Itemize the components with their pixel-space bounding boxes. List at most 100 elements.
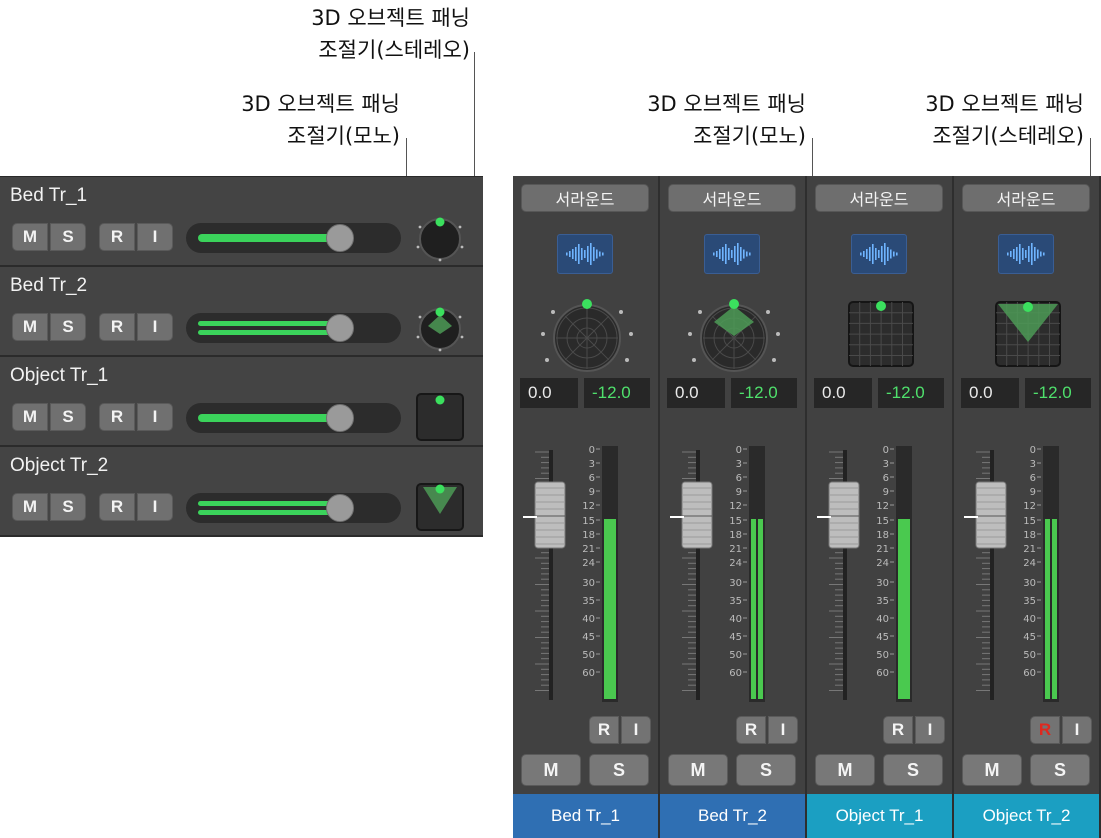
meter-scale-label: 35 [876,596,889,607]
pan-readout[interactable]: -12.0 [584,378,650,408]
volume-knob[interactable] [326,314,354,342]
channel-strip: 서라운드 0.0 -12.0 0 3 6 9 12 15 18 21 24 30 35 40 45 50 60 R I… [807,176,954,838]
panner-surround-mono[interactable] [539,294,635,382]
pan-readout[interactable]: -12.0 [731,378,797,408]
panner-object-stereo[interactable] [415,482,465,532]
audio-wave-glyph [566,243,604,265]
record-button[interactable]: R [99,313,135,341]
mute-button[interactable]: M [12,313,48,341]
panner-surround-stereo[interactable] [415,302,465,352]
solo-button[interactable]: S [1030,754,1090,786]
surround-output-button[interactable]: 서라운드 [962,184,1090,212]
track-row[interactable]: Bed Tr_1 M S R I [0,177,483,267]
panner-icon [995,301,1061,367]
solo-button[interactable]: S [50,223,86,251]
volume-knob[interactable] [326,224,354,252]
meter-scale-label: 18 [1023,530,1036,541]
solo-button[interactable]: S [50,403,86,431]
volume-knob[interactable] [326,404,354,432]
solo-button[interactable]: S [50,313,86,341]
waveform-icon[interactable] [704,234,760,274]
channel-name[interactable]: Object Tr_2 [954,794,1099,838]
record-button[interactable]: R [1030,716,1060,744]
input-monitor-button[interactable]: I [768,716,798,744]
track-name: Object Tr_2 [10,455,109,476]
solo-button[interactable]: S [50,493,86,521]
channel-name[interactable]: Object Tr_1 [807,794,952,838]
input-monitor-button[interactable]: I [915,716,945,744]
volume-fill-left [198,501,338,506]
channel-strip: 서라운드 0.0 -12.0 0 3 6 9 12 15 18 21 24 30 35 40 45 50 60 R I… [513,176,660,838]
panner-surround-stereo[interactable] [686,294,782,382]
volume-slider[interactable] [186,403,401,433]
input-monitor-button[interactable]: I [137,403,173,431]
channel-name[interactable]: Bed Tr_1 [513,794,658,838]
input-monitor-button[interactable]: I [137,493,173,521]
meter-scale-label: 40 [729,614,742,625]
waveform-icon[interactable] [557,234,613,274]
volume-slider[interactable] [186,493,401,523]
mute-button[interactable]: M [668,754,728,786]
panner-object-mono[interactable] [833,294,929,382]
mute-button[interactable]: M [962,754,1022,786]
meter-scale-label: 60 [1023,668,1036,679]
meter-scale-label: 6 [883,473,889,484]
panner-surround-mono[interactable] [415,212,465,262]
record-button[interactable]: R [736,716,766,744]
input-monitor-button[interactable]: I [137,313,173,341]
meter-scale-label: 45 [1023,632,1036,643]
callout-line2: 조절기(모노) [287,124,400,148]
volume-fill [198,414,338,422]
volume-slider[interactable] [186,313,401,343]
surround-output-button[interactable]: 서라운드 [668,184,796,212]
waveform-icon[interactable] [851,234,907,274]
mute-button[interactable]: M [12,493,48,521]
record-button[interactable]: R [589,716,619,744]
volume-readout[interactable]: 0.0 [814,378,872,408]
callout-line2: 조절기(스테레오) [932,124,1084,148]
meter-scale-label: 40 [876,614,889,625]
panner-object-stereo[interactable] [980,294,1076,382]
mixer-panel: 서라운드 0.0 -12.0 0 3 6 9 12 15 18 21 24 30 35 40 45 50 60 R I… [513,176,1101,838]
record-button[interactable]: R [99,493,135,521]
fader-knob [964,481,1007,549]
record-button[interactable]: R [99,223,135,251]
meter-scale-label: 40 [1023,614,1036,625]
track-row[interactable]: Object Tr_1 M S R I [0,357,483,447]
volume-readout[interactable]: 0.0 [520,378,578,408]
mute-button[interactable]: M [12,403,48,431]
meter-scale-label: 3 [589,459,595,470]
solo-button[interactable]: S [589,754,649,786]
volume-fader-area: 0 3 6 9 12 15 18 21 24 30 35 40 45 50 60 [807,444,954,704]
input-monitor-button[interactable]: I [137,223,173,251]
volume-readout[interactable]: 0.0 [667,378,725,408]
meter-scale-label: 21 [876,544,889,555]
input-monitor-button[interactable]: I [1062,716,1092,744]
input-monitor-button[interactable]: I [621,716,651,744]
volume-slider[interactable] [186,223,401,253]
surround-output-button[interactable]: 서라운드 [815,184,943,212]
panner-icon [416,393,464,441]
waveform-icon[interactable] [998,234,1054,274]
mute-button[interactable]: M [521,754,581,786]
callout-line2: 조절기(스테레오) [318,38,470,62]
panner-object-mono[interactable] [415,392,465,442]
audio-wave-glyph [860,243,898,265]
fader-meter-graphic: 0 3 6 9 12 15 18 21 24 30 35 40 45 50 60 [964,445,1059,702]
record-button[interactable]: R [99,403,135,431]
mute-button[interactable]: M [12,223,48,251]
volume-knob[interactable] [326,494,354,522]
track-row[interactable]: Object Tr_2 M S R I [0,447,483,537]
solo-button[interactable]: S [883,754,943,786]
pan-readout[interactable]: -12.0 [878,378,944,408]
volume-readout[interactable]: 0.0 [961,378,1019,408]
record-button[interactable]: R [883,716,913,744]
pan-readout[interactable]: -12.0 [1025,378,1091,408]
track-row[interactable]: Bed Tr_2 M S R I [0,267,483,357]
meter-scale-label: 3 [1030,459,1036,470]
solo-button[interactable]: S [736,754,796,786]
channel-name[interactable]: Bed Tr_2 [660,794,805,838]
mute-button[interactable]: M [815,754,875,786]
meter-scale-label: 24 [876,558,889,569]
surround-output-button[interactable]: 서라운드 [521,184,649,212]
